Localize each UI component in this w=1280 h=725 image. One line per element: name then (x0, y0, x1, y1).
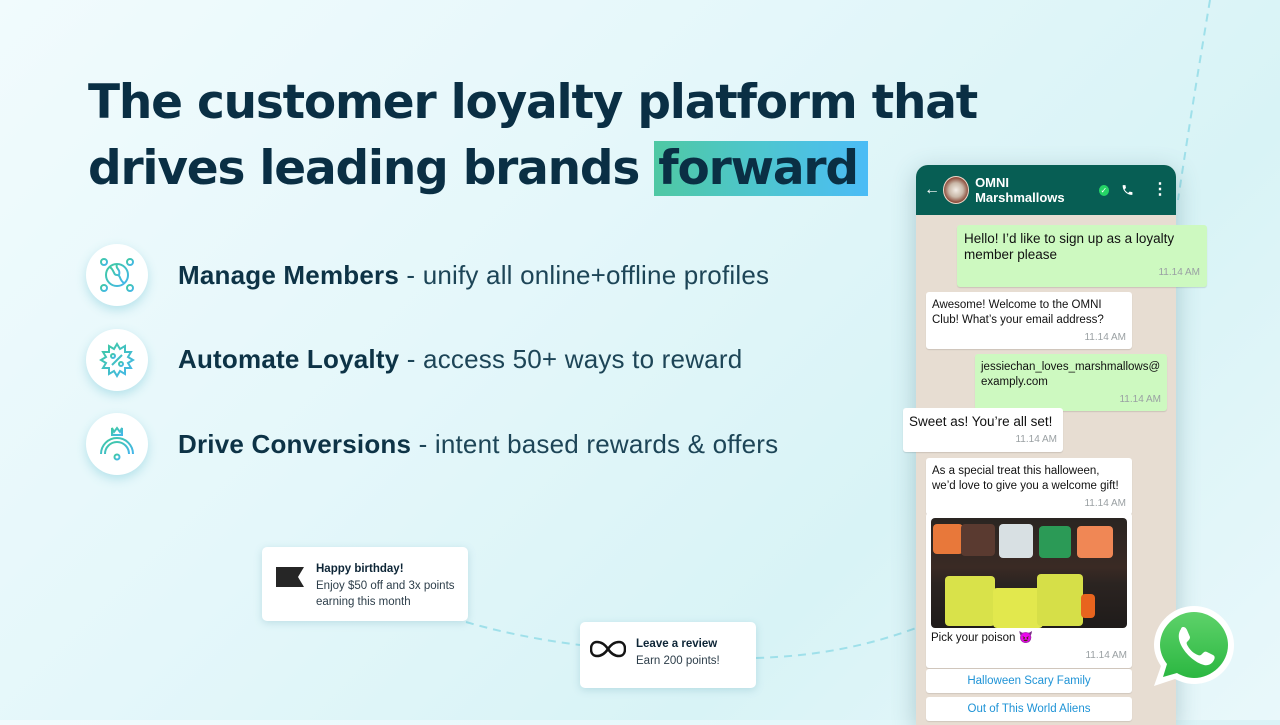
dashed-line-cards (465, 621, 581, 646)
message-time: 11.14 AM (1119, 394, 1161, 405)
feature-manage-members: Manage Members - unify all online+offlin… (86, 243, 778, 307)
halloween-marshmallow-photo[interactable] (931, 518, 1127, 628)
feature-automate-loyalty: Automate Loyalty - access 50+ ways to re… (86, 328, 778, 392)
feature-description: - intent based rewards & offers (411, 428, 779, 459)
dashed-line-top-right (1177, 0, 1211, 201)
feature-title: Manage Members (178, 259, 399, 290)
chat-message-incoming: Awesome! Welcome to the OMNI Club! What’… (926, 292, 1132, 349)
quick-reply-button[interactable]: Out of This World Aliens (926, 697, 1132, 721)
message-time: 11.14 AM (1015, 434, 1057, 445)
feature-title: Automate Loyalty (178, 344, 400, 374)
message-text: As a special treat this halloween, we’d … (932, 465, 1119, 492)
card-title: Leave a review (636, 638, 718, 650)
verified-check-icon: ✓ (1098, 184, 1109, 196)
headline-highlight: forward (654, 141, 868, 196)
contact-name[interactable]: OMNI Marshmallows (975, 175, 1094, 205)
contact-avatar[interactable] (942, 176, 970, 204)
percent-badge-icon (86, 328, 148, 391)
headline-line-1: The customer loyalty platform that (88, 75, 978, 130)
feature-description: - access 50+ ways to reward (399, 344, 743, 374)
message-text: Pick your poison 😈 (931, 632, 1033, 644)
message-text: jessiechan_loves_marshmallows@ examply.c… (981, 361, 1161, 388)
feature-list: Manage Members - unify all online+offlin… (86, 243, 778, 497)
headline-line-2: drives leading brands (88, 141, 655, 196)
review-reward-card: Leave a review Earn 200 points! (580, 622, 756, 688)
headline: The customer loyalty platform that drive… (88, 70, 978, 202)
flag-icon (276, 567, 304, 587)
puzzle-globe-icon (86, 244, 148, 306)
feature-description: - unify all online+offline profiles (398, 259, 770, 290)
message-time: 11.14 AM (1158, 267, 1200, 278)
birthday-reward-card: Happy birthday! Enjoy $50 off and 3x poi… (262, 547, 468, 621)
message-time: 11.14 AM (1084, 332, 1126, 343)
message-text: Sweet as! You’re all set! (909, 414, 1053, 429)
chat-message-incoming: As a special treat this halloween, we’d … (926, 458, 1132, 515)
feature-drive-conversions: Drive Conversions - intent based rewards… (86, 412, 778, 476)
chat-header: ← OMNI Marshmallows ✓ ⋮ (916, 165, 1176, 215)
chat-message-outgoing: Hello! I’d like to sign up as a loyalty … (957, 225, 1207, 287)
message-time: 11.14 AM (1084, 498, 1126, 509)
card-title: Happy birthday! (316, 563, 404, 575)
chat-message-image: Pick your poison 😈 11.14 AM (926, 513, 1132, 668)
message-text: Hello! I’d like to sign up as a loyalty … (964, 231, 1175, 262)
quick-reply-button[interactable]: Halloween Scary Family (926, 669, 1132, 693)
message-time: 11.14 AM (1085, 650, 1127, 661)
back-arrow-icon[interactable]: ← (924, 181, 941, 199)
feature-title: Drive Conversions (178, 428, 412, 459)
message-text: Awesome! Welcome to the OMNI Club! What’… (932, 299, 1104, 326)
infinity-icon (590, 640, 626, 658)
dashed-line-phone (755, 627, 917, 659)
chat-message-incoming: Sweet as! You’re all set! 11.14 AM (903, 408, 1063, 452)
card-body: Enjoy $50 off and 3x points earning this… (316, 580, 455, 608)
whatsapp-logo-icon (1154, 606, 1234, 686)
more-options-icon[interactable]: ⋮ (1152, 182, 1168, 198)
chat-message-outgoing: jessiechan_loves_marshmallows@ examply.c… (975, 354, 1167, 411)
card-body: Earn 200 points! (636, 655, 720, 667)
phone-call-icon[interactable] (1121, 183, 1134, 197)
crown-gauge-icon (86, 413, 148, 475)
